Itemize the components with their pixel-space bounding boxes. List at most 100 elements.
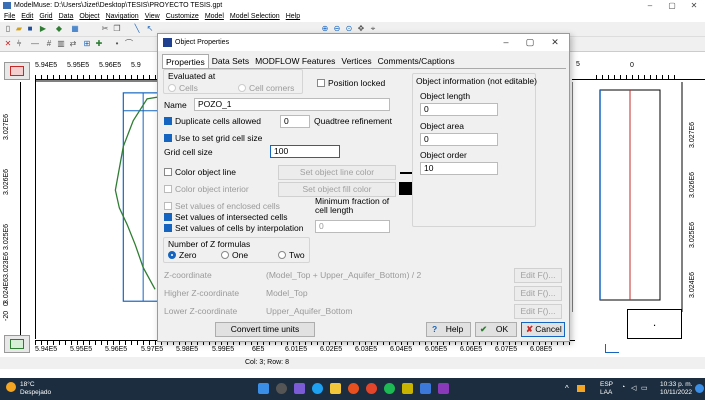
open-folder-icon[interactable]: ▰ [14, 24, 24, 34]
higher-z-value: Model_Top [266, 288, 308, 298]
select-icon[interactable]: ↖ [145, 24, 155, 34]
chrome-icon[interactable] [366, 383, 377, 394]
line-icon[interactable]: ⌒ [124, 39, 134, 49]
office-icon[interactable] [348, 383, 359, 394]
view-3d-button[interactable] [4, 62, 30, 80]
edit-lower-z-button[interactable]: Edit F()... [514, 304, 562, 319]
edge-icon[interactable] [312, 383, 323, 394]
weather-icon[interactable] [6, 382, 16, 392]
clock-date[interactable]: 10/11/2022 [660, 389, 692, 396]
add-column-icon[interactable]: ⫩ [14, 39, 24, 49]
menu-data[interactable]: Data [59, 13, 74, 20]
tab-properties[interactable]: Properties [162, 54, 209, 68]
set-line-color-button[interactable]: Set object line color [278, 165, 396, 180]
cells-radio[interactable] [168, 84, 176, 92]
menu-view[interactable]: View [145, 13, 160, 20]
clock-time[interactable]: 10:33 p. m. [660, 381, 693, 388]
use-grid-size-checkbox[interactable] [164, 134, 172, 142]
front-view-canvas[interactable] [35, 325, 163, 339]
dialog-title: Object Properties [175, 39, 230, 46]
tab-data-sets[interactable]: Data Sets [209, 54, 252, 68]
battery-icon[interactable]: ▭ [641, 384, 648, 392]
chat-icon[interactable] [294, 383, 305, 394]
tab-modflow-features[interactable]: MODFLOW Features [252, 54, 338, 68]
convert-time-units-button[interactable]: Convert time units [215, 322, 315, 337]
menu-edit[interactable]: Edit [21, 13, 33, 20]
side-view-box[interactable]: . [627, 309, 682, 339]
maximize-icon[interactable]: ▢ [661, 0, 683, 11]
spacing-icon[interactable]: ▥ [56, 39, 66, 49]
boundary-polygon[interactable] [114, 96, 160, 290]
top-view-canvas[interactable] [35, 80, 163, 325]
cancel-button[interactable]: ✘ Cancel [521, 322, 565, 337]
language-primary[interactable]: ESP [600, 381, 613, 388]
save-icon[interactable]: ■ [25, 24, 35, 34]
copy-icon[interactable]: ❐ [112, 24, 122, 34]
menu-navigation[interactable]: Navigation [106, 13, 139, 20]
quadtree-input[interactable]: 0 [280, 115, 310, 128]
tab-comments-captions[interactable]: Comments/Captions [375, 54, 458, 68]
edit-higher-z-button[interactable]: Edit F()... [514, 286, 562, 301]
position-locked-checkbox[interactable] [317, 79, 325, 87]
menu-model-selection[interactable]: Model Selection [230, 13, 280, 20]
menu-model[interactable]: Model [205, 13, 224, 20]
word-icon[interactable] [420, 383, 431, 394]
edit-z-coord-button[interactable]: Edit F()... [514, 268, 562, 283]
add-row-icon[interactable]: — [30, 39, 40, 49]
menu-customize[interactable]: Customize [166, 13, 199, 20]
run-model-icon[interactable]: ▶ [38, 24, 48, 34]
interpolation-checkbox[interactable] [164, 224, 172, 232]
min-fraction-input[interactable]: 0 [315, 220, 390, 233]
windows-start-icon[interactable] [258, 383, 269, 394]
polyline-icon[interactable]: • [112, 39, 122, 49]
menu-help[interactable]: Help [286, 13, 300, 20]
wifi-icon[interactable]: ◔ [621, 384, 625, 391]
ruler-tick-label: 5.96E5 [105, 346, 128, 353]
chevron-up-icon[interactable]: ^ [565, 384, 569, 393]
cut-icon[interactable]: ✂ [100, 24, 110, 34]
duplicate-cells-checkbox[interactable] [164, 117, 172, 125]
z-two-radio[interactable] [278, 251, 286, 259]
point-object-icon[interactable]: ✚ [94, 39, 104, 49]
grid-icon[interactable]: ▦ [70, 24, 80, 34]
help-button[interactable]: ? Help [426, 322, 471, 337]
dialog-maximize-icon[interactable]: ▢ [518, 34, 542, 51]
ruler-tick-label: 0 [3, 302, 10, 306]
grid-cell-size-input[interactable]: 100 [270, 145, 340, 158]
menu-file[interactable]: File [4, 13, 15, 20]
color-interior-checkbox[interactable] [164, 185, 172, 193]
language-secondary[interactable]: LAA [600, 389, 612, 396]
front-view-button[interactable] [4, 335, 30, 353]
notification-icon[interactable] [695, 384, 704, 393]
z-zero-radio[interactable] [168, 251, 176, 259]
dialog-close-icon[interactable]: ✕ [543, 34, 567, 51]
menu-grid[interactable]: Grid [39, 13, 52, 20]
new-file-icon[interactable]: ▯ [3, 24, 13, 34]
app-icon-generic[interactable] [402, 383, 413, 394]
subdivide-icon[interactable]: # [44, 39, 54, 49]
set-fill-color-button[interactable]: Set object fill color [278, 182, 396, 197]
edit-grid-icon[interactable]: ╲ [132, 24, 142, 34]
ok-button[interactable]: ✔ OK [475, 322, 517, 337]
name-input[interactable]: POZO_1 [194, 98, 390, 111]
grid-angle-icon[interactable]: ⊞ [82, 39, 92, 49]
tray-app-icon[interactable] [577, 385, 585, 392]
move-icon[interactable]: ⇄ [68, 39, 78, 49]
search-icon[interactable] [276, 383, 287, 394]
file-explorer-icon[interactable] [330, 383, 341, 394]
minimize-icon[interactable]: – [639, 0, 661, 11]
spotify-icon[interactable] [384, 383, 395, 394]
color-line-checkbox[interactable] [164, 168, 172, 176]
tab-vertices[interactable]: Vertices [338, 54, 374, 68]
model-viewer-icon[interactable]: ◆ [54, 24, 64, 34]
dialog-minimize-icon[interactable]: – [494, 34, 518, 51]
cell-corners-radio[interactable] [238, 84, 246, 92]
close-icon[interactable]: ✕ [683, 0, 705, 11]
modelmuse-taskbar-icon[interactable] [438, 383, 449, 394]
enclosed-cells-checkbox[interactable] [164, 202, 172, 210]
volume-icon[interactable]: ◁ [631, 384, 636, 392]
delete-icon[interactable]: ✕ [3, 39, 13, 49]
intersected-cells-checkbox[interactable] [164, 213, 172, 221]
menu-object[interactable]: Object [79, 13, 99, 20]
z-one-radio[interactable] [221, 251, 229, 259]
